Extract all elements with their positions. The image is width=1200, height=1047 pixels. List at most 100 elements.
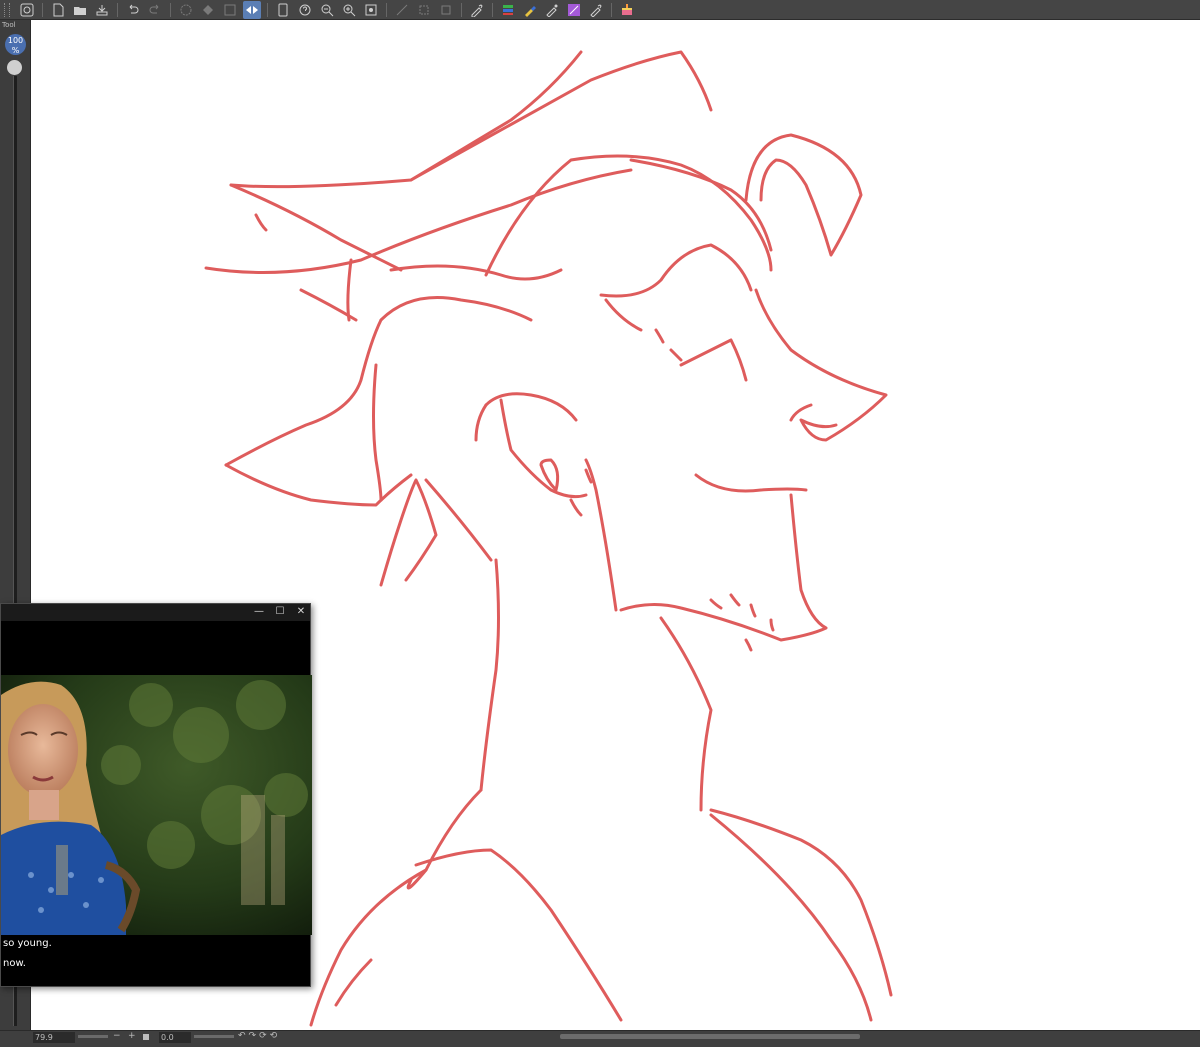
video-player-window[interactable]: — ☐ ✕ so young. now. bbox=[0, 603, 312, 987]
zoom-in-button[interactable] bbox=[340, 1, 358, 19]
eye-stroke bbox=[679, 338, 748, 382]
chin-stroke bbox=[619, 493, 828, 642]
color-button[interactable] bbox=[521, 1, 539, 19]
save-button[interactable] bbox=[93, 1, 111, 19]
hair-stroke bbox=[254, 213, 268, 232]
face-stroke bbox=[754, 288, 888, 442]
rotation-field[interactable]: 0.0 bbox=[159, 1032, 191, 1043]
rotate-buttons[interactable]: ↶↷⟳⟲ bbox=[238, 1031, 280, 1041]
redo-icon bbox=[149, 4, 159, 13]
stubble-stroke bbox=[654, 328, 683, 362]
close-button[interactable]: ✕ bbox=[292, 605, 310, 619]
brush-icon bbox=[546, 4, 558, 17]
ear-stroke bbox=[744, 133, 863, 257]
select-icon bbox=[396, 4, 408, 15]
mask-button[interactable] bbox=[437, 1, 455, 19]
new-file-button[interactable] bbox=[49, 1, 67, 19]
neck-stroke bbox=[424, 478, 493, 562]
help-icon bbox=[299, 4, 311, 15]
tablet-icon bbox=[278, 3, 288, 16]
eyedropper-icon bbox=[471, 3, 483, 17]
horizontal-scrollbar[interactable] bbox=[560, 1034, 860, 1039]
brush-size-unit: % bbox=[11, 46, 20, 55]
zoom-out-button[interactable] bbox=[318, 1, 336, 19]
hair-stroke bbox=[346, 258, 353, 322]
brush-button[interactable] bbox=[543, 1, 561, 19]
toolbar-separator bbox=[117, 2, 118, 17]
color-icon bbox=[525, 5, 536, 17]
toolbar-separator bbox=[461, 2, 462, 17]
eye-stroke bbox=[604, 298, 643, 332]
zoom-slider[interactable] bbox=[78, 1035, 108, 1038]
side-hair-stroke bbox=[379, 296, 533, 322]
zoom-out-small-button[interactable]: − bbox=[113, 1031, 121, 1041]
fit-view-button[interactable] bbox=[143, 1034, 149, 1040]
shoulder-stroke bbox=[709, 813, 873, 1022]
toolbar-separator bbox=[267, 2, 268, 17]
tablet-button[interactable] bbox=[274, 1, 292, 19]
collar-stroke bbox=[334, 958, 373, 1007]
save-icon bbox=[96, 4, 108, 15]
crop-button[interactable] bbox=[415, 1, 433, 19]
toolbar-separator bbox=[170, 2, 171, 17]
neck-stroke bbox=[479, 558, 500, 792]
rotation-slider[interactable] bbox=[194, 1035, 234, 1038]
transform-icon bbox=[224, 4, 236, 15]
brush-size-badge[interactable]: 100 % bbox=[5, 34, 26, 55]
nose-stroke bbox=[789, 403, 813, 422]
toolbar-separator bbox=[42, 2, 43, 17]
shoulder-stroke bbox=[309, 868, 428, 1027]
transform-button[interactable] bbox=[221, 1, 239, 19]
layers-icon bbox=[503, 4, 513, 15]
video-frame[interactable] bbox=[1, 675, 312, 935]
fit-icon bbox=[365, 4, 377, 15]
flip-horizontal-button[interactable] bbox=[243, 0, 261, 19]
hair-stroke bbox=[229, 183, 403, 272]
video-frame-image bbox=[1, 675, 312, 935]
zoom-out-icon bbox=[321, 4, 334, 16]
fill-button[interactable] bbox=[199, 1, 217, 19]
eyedropper-button[interactable] bbox=[468, 1, 486, 19]
tool-label: Tool bbox=[2, 21, 16, 29]
shoulder-stroke bbox=[414, 848, 623, 1022]
fill-icon bbox=[203, 4, 213, 15]
toolbar-grip[interactable] bbox=[4, 2, 10, 17]
video-titlebar[interactable]: — ☐ ✕ bbox=[1, 604, 310, 621]
selection-button[interactable] bbox=[393, 1, 411, 19]
palette-icon bbox=[568, 3, 580, 16]
cake-icon bbox=[622, 3, 632, 15]
toolbar-separator bbox=[492, 2, 493, 17]
palette-button[interactable] bbox=[565, 1, 583, 19]
clear-button[interactable] bbox=[177, 1, 195, 19]
open-file-button[interactable] bbox=[71, 1, 89, 19]
help-button[interactable] bbox=[296, 1, 314, 19]
clear-icon bbox=[180, 4, 192, 15]
side-hair-stroke bbox=[372, 363, 383, 502]
brow-stroke bbox=[599, 243, 753, 298]
minimize-button[interactable]: — bbox=[250, 605, 268, 619]
redo-button[interactable] bbox=[146, 1, 164, 19]
layers-button[interactable] bbox=[499, 1, 517, 19]
undo-icon bbox=[129, 4, 139, 13]
brush-size-slider-knob[interactable] bbox=[7, 60, 22, 75]
subtitle-line-2: now. bbox=[3, 958, 26, 969]
fit-screen-button[interactable] bbox=[362, 1, 380, 19]
crop-icon bbox=[419, 5, 429, 14]
side-hair-stroke bbox=[224, 318, 383, 467]
new-icon bbox=[53, 3, 64, 16]
command-bar bbox=[0, 0, 1200, 20]
subtitle-line-1: so young. bbox=[3, 938, 52, 949]
neck-stroke bbox=[659, 616, 713, 812]
app-menu-button[interactable] bbox=[18, 1, 36, 19]
undo-button[interactable] bbox=[124, 1, 142, 19]
hair-stroke bbox=[389, 264, 563, 281]
zoom-in-small-button[interactable]: + bbox=[128, 1031, 136, 1041]
paint-button[interactable] bbox=[587, 1, 605, 19]
zoom-field[interactable]: 79.9 bbox=[33, 1032, 75, 1043]
maximize-button[interactable]: ☐ bbox=[271, 605, 289, 619]
side-hair-stroke bbox=[224, 463, 413, 507]
app-icon bbox=[20, 3, 34, 16]
mask-icon bbox=[441, 5, 451, 14]
cake-button[interactable] bbox=[618, 1, 636, 19]
status-bar: 79.9 − + 0.0 ↶↷⟳⟲ bbox=[0, 1030, 1200, 1047]
